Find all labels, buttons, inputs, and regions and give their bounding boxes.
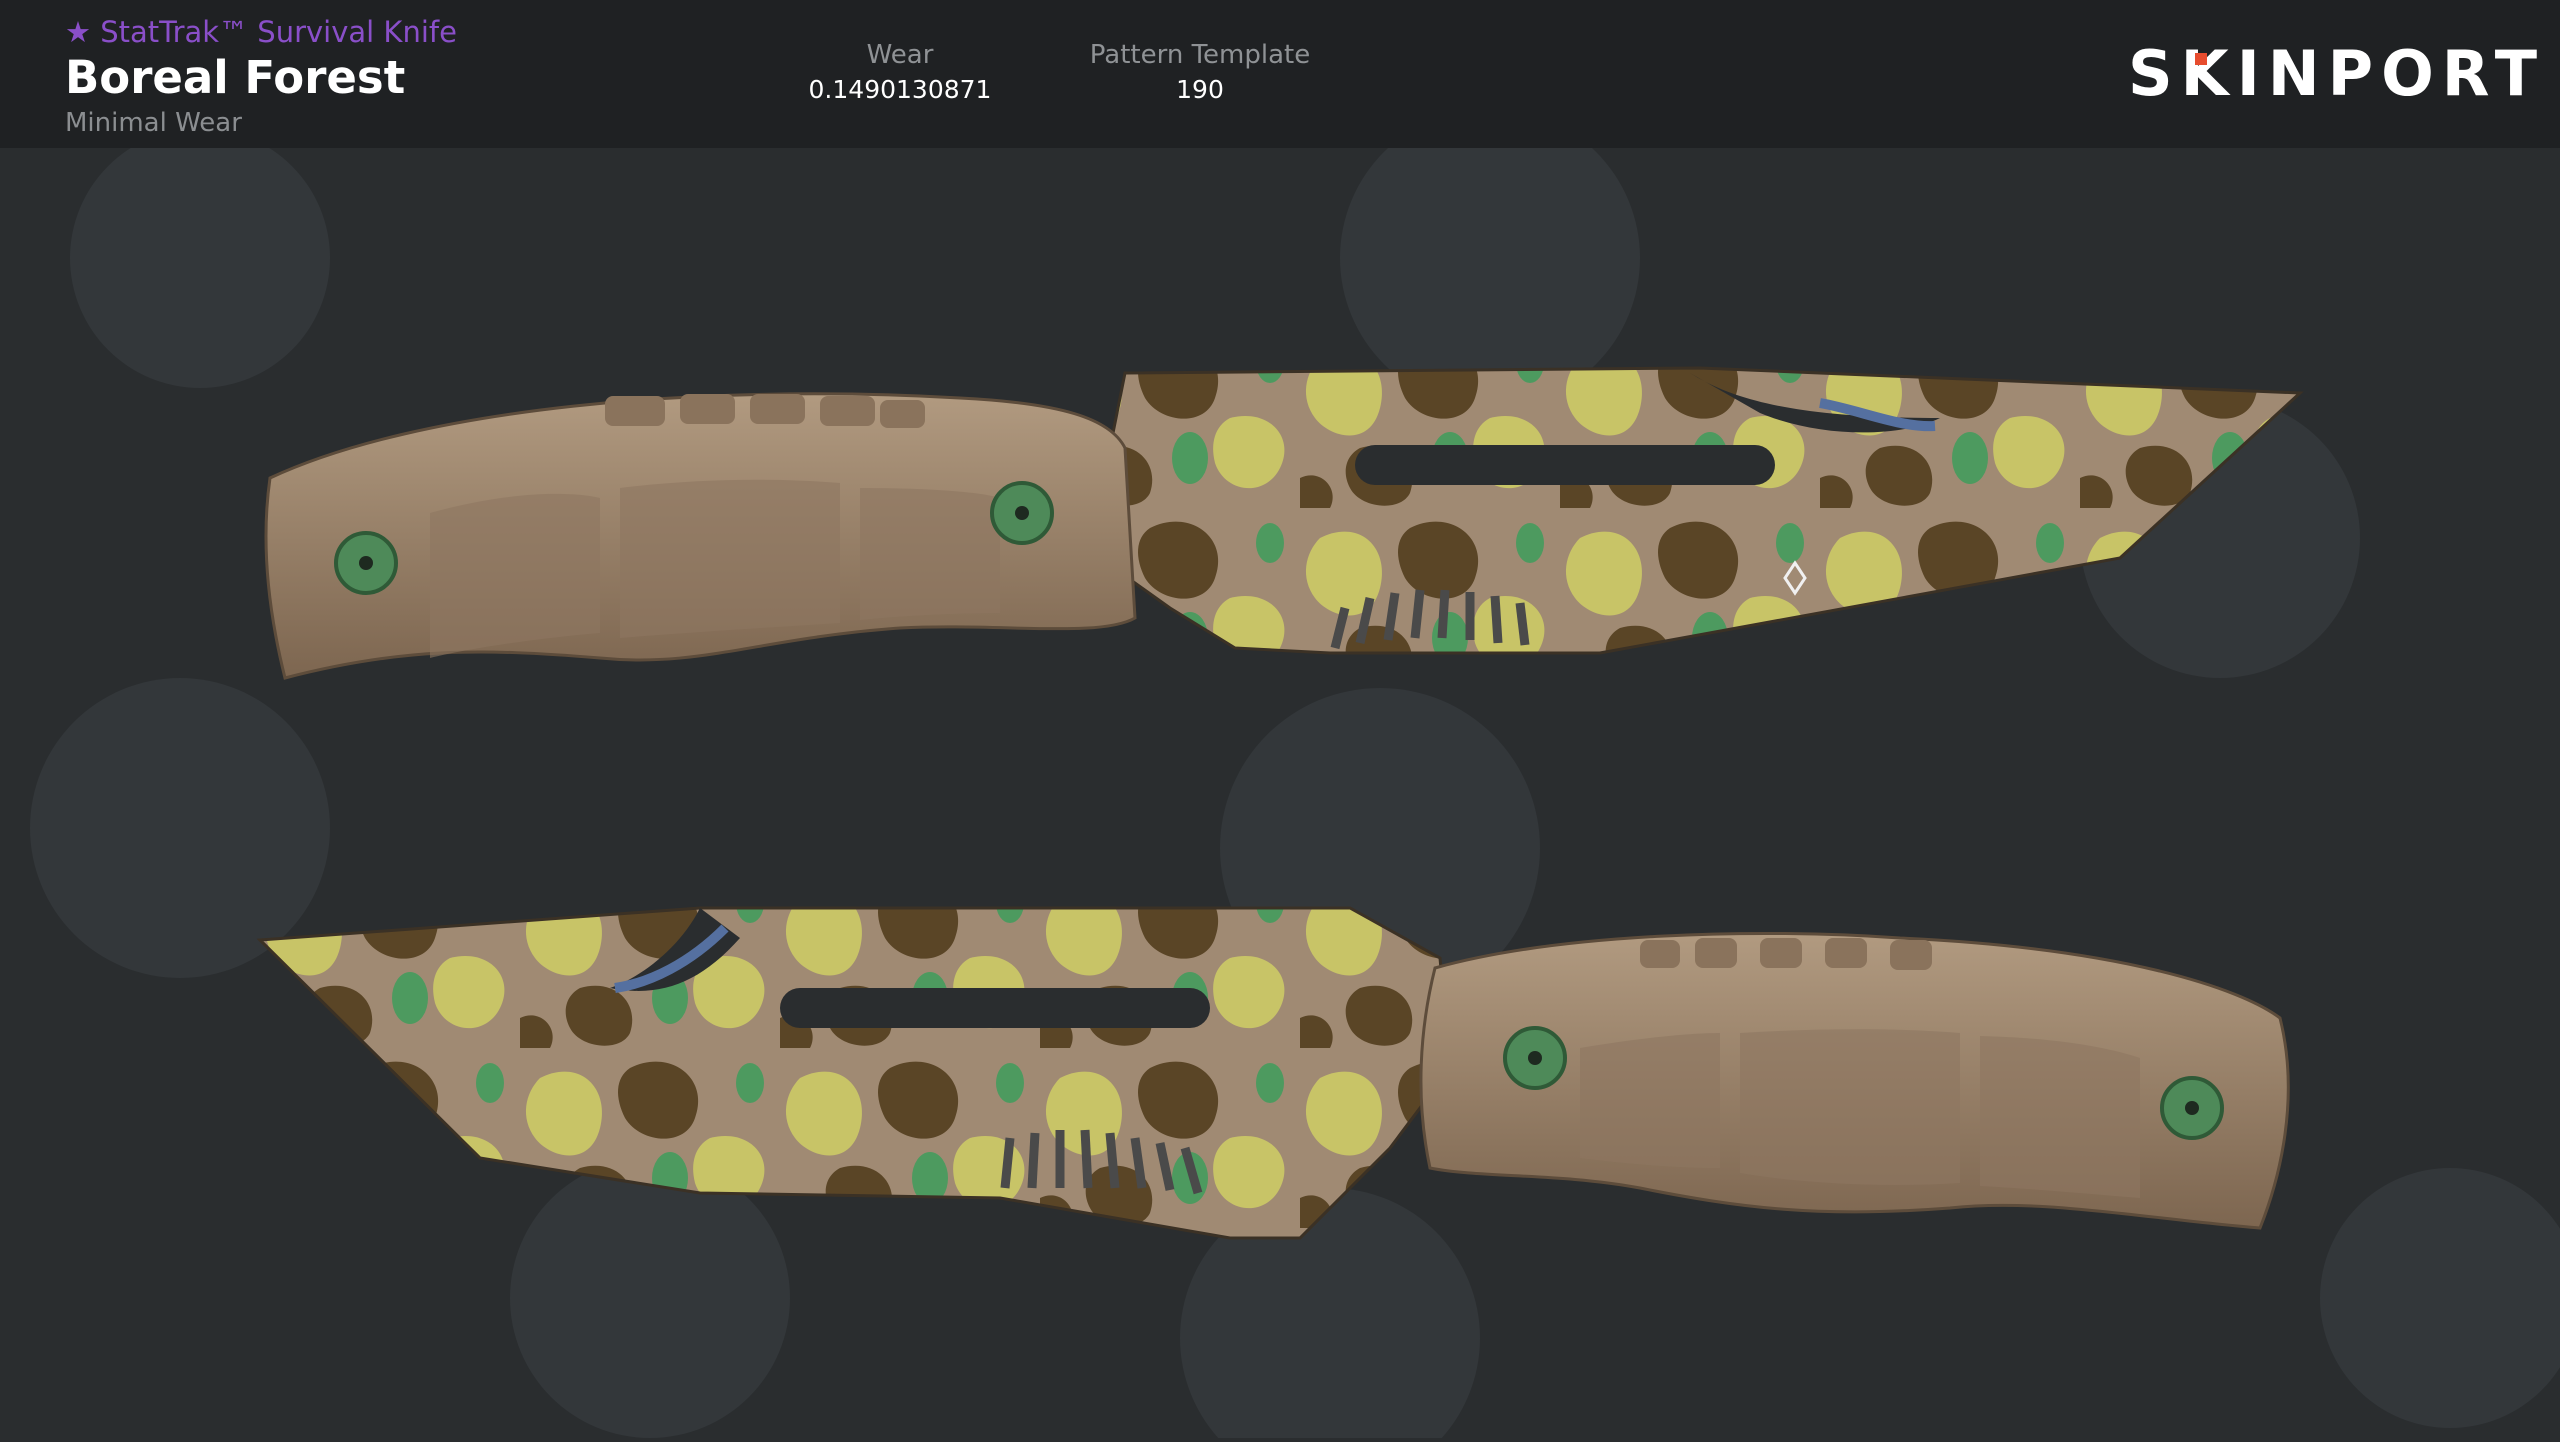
- background-watermark: [30, 108, 2560, 1442]
- blade-bottom: [256, 906, 1452, 1240]
- wear-label: Wear: [866, 40, 934, 70]
- knife-top: [264, 366, 2304, 680]
- header-bar: ★ StatTrak™ Survival Knife Boreal Forest…: [0, 0, 2560, 148]
- logo-rest: INPORT: [2236, 37, 2546, 110]
- item-preview-stage: [0, 108, 2560, 1442]
- pattern-stat: Pattern Template 190: [1070, 38, 1330, 108]
- logo-s: S: [2128, 37, 2181, 110]
- item-name: Boreal Forest: [65, 51, 406, 104]
- wear-stat: Wear 0.1490130871: [800, 38, 1000, 108]
- skinport-logo[interactable]: SK INPORT: [2128, 38, 2545, 110]
- pattern-label: Pattern Template: [1089, 40, 1311, 70]
- item-subtitle: ★ StatTrak™ Survival Knife: [65, 15, 457, 49]
- item-info: ★ StatTrak™ Survival Knife Boreal Forest…: [65, 14, 457, 140]
- blade-slot-bottom: [780, 988, 1210, 1028]
- knife-render: [30, 108, 2560, 1442]
- wear-value: 0.1490130871: [808, 75, 992, 104]
- logo-k: K: [2180, 37, 2237, 110]
- blade-slot-top: [1355, 445, 1775, 485]
- logo-accent-mark: [2194, 53, 2207, 65]
- item-quality: Minimal Wear: [65, 108, 242, 138]
- pattern-value: 190: [1176, 75, 1224, 104]
